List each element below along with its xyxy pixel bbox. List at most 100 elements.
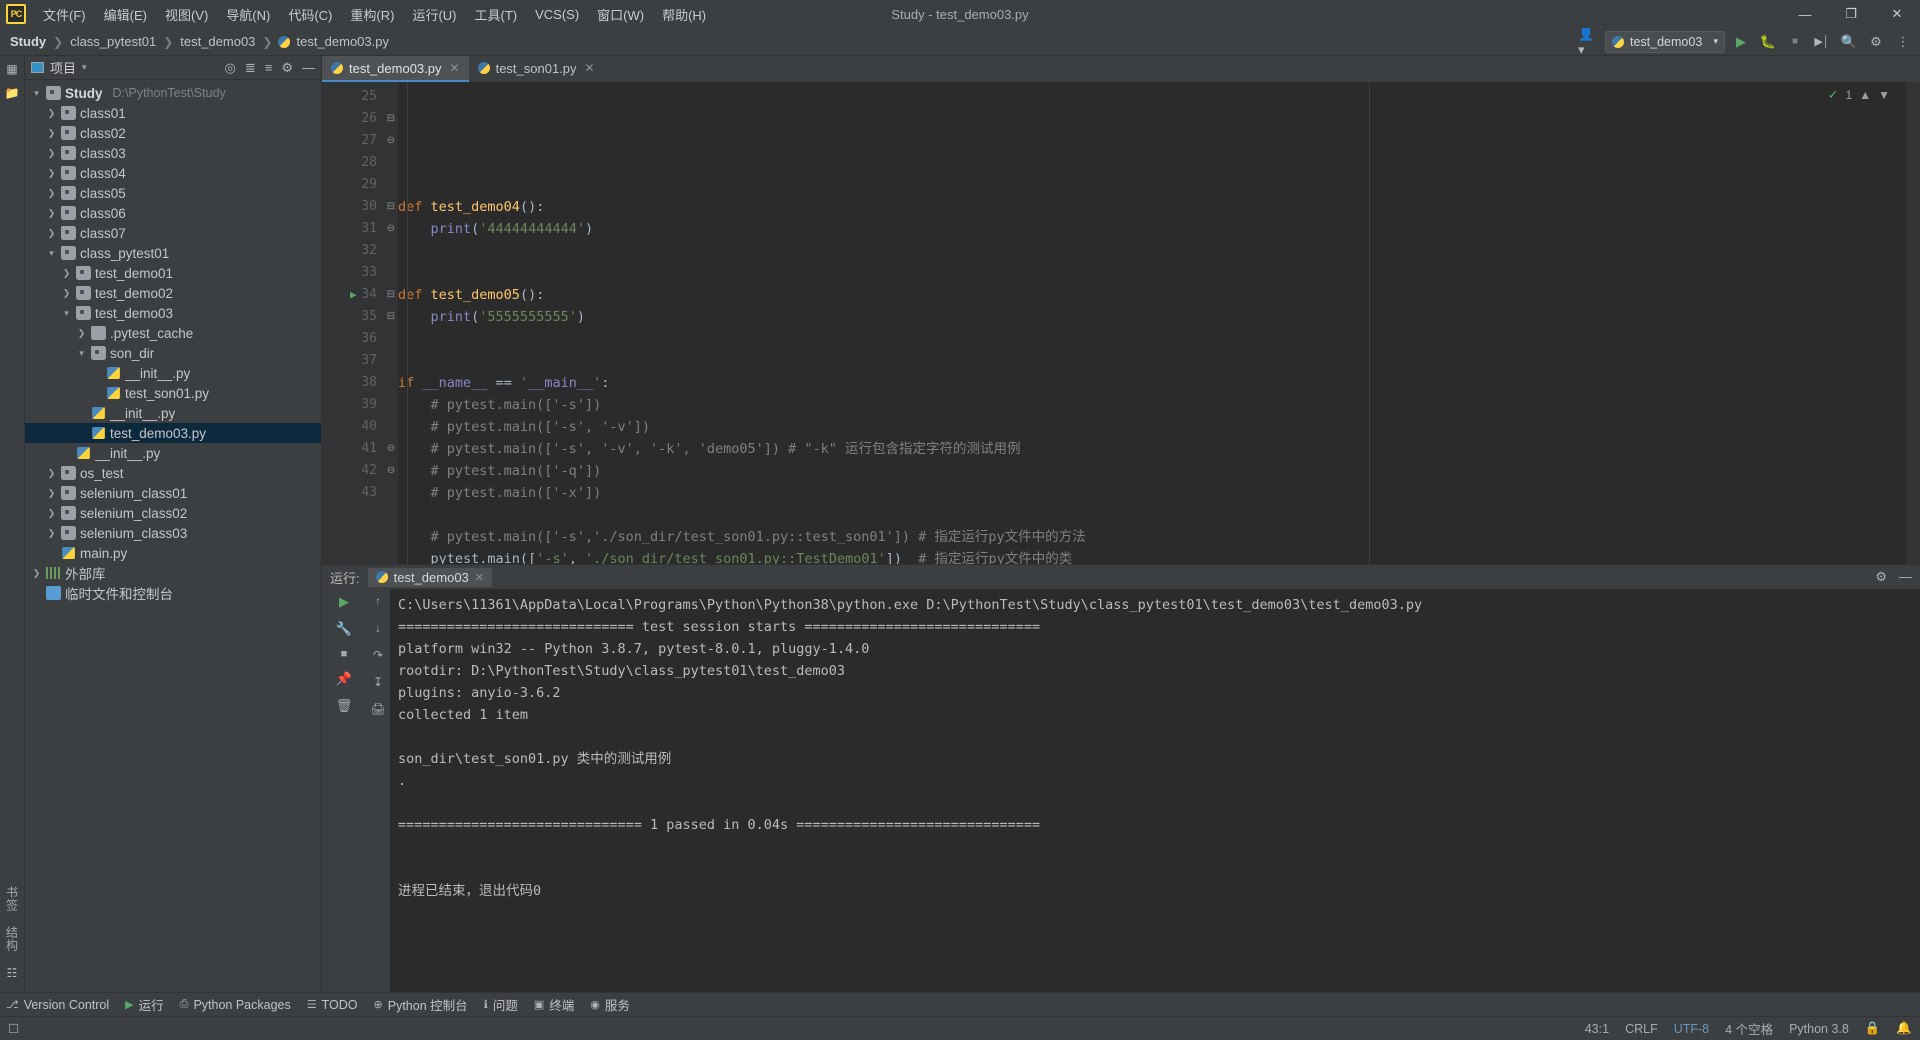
bottom-bar-item-todo[interactable]: ☰ TODO [307, 998, 358, 1012]
close-tab-icon[interactable]: ✕ [585, 61, 595, 75]
search-everywhere-icon[interactable]: 🔍 [1838, 31, 1860, 53]
breadcrumb-item-test-demo03[interactable]: test_demo03 [176, 33, 259, 50]
code-line[interactable]: if __name__ == '__main__': [398, 372, 1920, 394]
chevron-down-icon[interactable]: ▾ [61, 308, 72, 319]
close-run-tab-icon[interactable]: ✕ [475, 571, 484, 584]
chevron-down-icon[interactable]: ▾ [76, 348, 87, 359]
line-number[interactable]: 30 [322, 196, 384, 218]
line-number[interactable]: 31 [322, 218, 384, 240]
chevron-right-icon[interactable]: ❯ [76, 328, 87, 339]
memory-indicator-icon[interactable]: ☐ [8, 1021, 19, 1036]
pin-icon[interactable]: 📌 [336, 671, 352, 687]
chevron-right-icon[interactable]: ❯ [46, 128, 57, 139]
tree-row[interactable]: ❯ class03 [25, 143, 321, 163]
tree-row[interactable]: ❯ class05 [25, 183, 321, 203]
user-account-icon[interactable]: 👤▾ [1578, 26, 1600, 57]
tree-row[interactable]: ❯ selenium_class03 [25, 523, 321, 543]
chevron-right-icon[interactable]: ❯ [61, 268, 72, 279]
code-line[interactable] [398, 240, 1920, 262]
file-encoding[interactable]: UTF-8 [1674, 1022, 1709, 1036]
close-tab-icon[interactable]: ✕ [450, 61, 460, 75]
bottom-bar-item-运行[interactable]: ▶ 运行 [125, 995, 163, 1014]
debug-button[interactable]: 🐛 [1757, 31, 1779, 53]
hide-run-panel-icon[interactable]: — [1899, 569, 1912, 585]
chevron-right-icon[interactable]: ❯ [46, 488, 57, 499]
prev-problem-icon[interactable]: ▲ [1859, 88, 1871, 102]
chevron-down-icon[interactable]: ▾ [31, 88, 42, 99]
code-line[interactable]: # pytest.main(['-s','./son_dir/test_son0… [398, 526, 1920, 548]
chevron-right-icon[interactable]: ❯ [46, 228, 57, 239]
panel-settings-icon[interactable]: ⚙ [281, 60, 293, 76]
minimize-button[interactable]: — [1782, 0, 1828, 28]
line-number[interactable]: 26 [322, 108, 384, 130]
bookmarks-tool-label[interactable]: 书签 [4, 886, 21, 912]
code-line[interactable] [398, 328, 1920, 350]
fold-marker[interactable]: ⊖ [384, 460, 398, 482]
expand-all-icon[interactable]: ≣ [245, 60, 256, 76]
collapse-all-icon[interactable]: ≡ [265, 60, 273, 75]
print-icon[interactable]: 🖨 [370, 702, 385, 716]
wrench-icon[interactable]: 🔧 [336, 621, 352, 637]
structure-tool-label[interactable]: 结构 [4, 926, 21, 952]
chevron-right-icon[interactable]: ❯ [46, 528, 57, 539]
code-folding-gutter[interactable]: ⊟ ⊖ ⊟ ⊖ ⊟ ⊟ ⊖ ⊖ [384, 82, 398, 564]
menu-vcs[interactable]: VCS(S) [526, 3, 588, 26]
caret-position[interactable]: 43:1 [1585, 1022, 1609, 1036]
chevron-right-icon[interactable]: ❯ [46, 108, 57, 119]
code-line[interactable]: # pytest.main(['-s']) [398, 394, 1920, 416]
editor-tab-test-demo03[interactable]: test_demo03.py ✕ [322, 56, 469, 82]
line-number-gutter[interactable]: 25 26 27 28 29 30 31 32 33 34 ▶ 35 36 37 38 39 40 41 42 43 [322, 82, 384, 564]
line-separator[interactable]: CRLF [1625, 1022, 1658, 1036]
menu-edit[interactable]: 编辑(E) [95, 1, 156, 28]
code-line[interactable] [398, 262, 1920, 284]
bottom-bar-item-问题[interactable]: ℹ 问题 [484, 995, 518, 1014]
bottom-bar-item-服务[interactable]: ◉ 服务 [590, 995, 630, 1014]
run-configuration-selector[interactable]: test_demo03 ▾ [1605, 30, 1725, 53]
scroll-down-icon[interactable]: ↓ [375, 621, 381, 635]
chevron-down-icon[interactable]: ▾ [46, 248, 57, 259]
tree-row[interactable]: ❯ os_test [25, 463, 321, 483]
run-console-output[interactable]: C:\Users\11361\AppData\Local\Programs\Py… [390, 589, 1920, 992]
menu-view[interactable]: 视图(V) [156, 1, 217, 28]
line-number[interactable]: 41 [322, 438, 384, 460]
breadcrumb-item-project[interactable]: Study [6, 33, 50, 50]
line-number[interactable]: 33 [322, 262, 384, 284]
notification-bell-icon[interactable]: 🔔 [1896, 1021, 1912, 1036]
fold-marker[interactable]: ⊟ [384, 306, 398, 328]
code-line[interactable]: # pytest.main(['-s', '-v', '-k', 'demo05… [398, 438, 1920, 460]
rerun-icon[interactable]: ▶ [339, 594, 349, 610]
line-number[interactable]: 37 [322, 350, 384, 372]
trash-icon[interactable]: 🗑 [336, 698, 353, 714]
code-line[interactable]: def test_demo04(): [398, 196, 1920, 218]
tree-row[interactable]: ❯ selenium_class02 [25, 503, 321, 523]
fold-marker[interactable]: ⊖ [384, 438, 398, 460]
chevron-right-icon[interactable]: ❯ [46, 208, 57, 219]
tree-row[interactable]: ❯ 外部库 [25, 563, 321, 583]
line-number[interactable]: 36 [322, 328, 384, 350]
code-line[interactable] [398, 504, 1920, 526]
run-settings-icon[interactable]: ⚙ [1875, 569, 1887, 585]
code-line[interactable] [398, 350, 1920, 372]
menu-code[interactable]: 代码(C) [279, 1, 341, 28]
maximize-button[interactable]: ❐ [1828, 0, 1874, 28]
run-line-icon[interactable]: ▶ [350, 284, 357, 306]
database-tool-icon[interactable]: ☷ [7, 966, 18, 980]
more-options-icon[interactable]: ⋮ [1892, 31, 1914, 53]
menu-help[interactable]: 帮助(H) [653, 1, 715, 28]
line-number[interactable]: 32 [322, 240, 384, 262]
tree-row[interactable]: ❯ test_demo01 [25, 263, 321, 283]
code-line[interactable]: # pytest.main(['-x']) [398, 482, 1920, 504]
line-number[interactable]: 34 ▶ [322, 284, 384, 306]
tree-row[interactable]: test_demo03.py [25, 423, 321, 443]
code-line[interactable]: def test_demo05(): [398, 284, 1920, 306]
tree-row[interactable]: test_son01.py [25, 383, 321, 403]
inspection-widget[interactable]: ✓ 1 ▲ ▼ [1828, 87, 1890, 103]
code-line[interactable]: print('44444444444') [398, 218, 1920, 240]
code-line[interactable]: print('5555555555') [398, 306, 1920, 328]
editor-scrollbar[interactable] [1906, 82, 1920, 564]
breadcrumb-item-file[interactable]: test_demo03.py [292, 33, 393, 50]
tree-row[interactable]: __init__.py [25, 363, 321, 383]
line-number[interactable]: 29 [322, 174, 384, 196]
scroll-to-end-icon[interactable]: ↧ [373, 675, 383, 689]
coverage-button[interactable]: ▶│ [1811, 31, 1833, 53]
